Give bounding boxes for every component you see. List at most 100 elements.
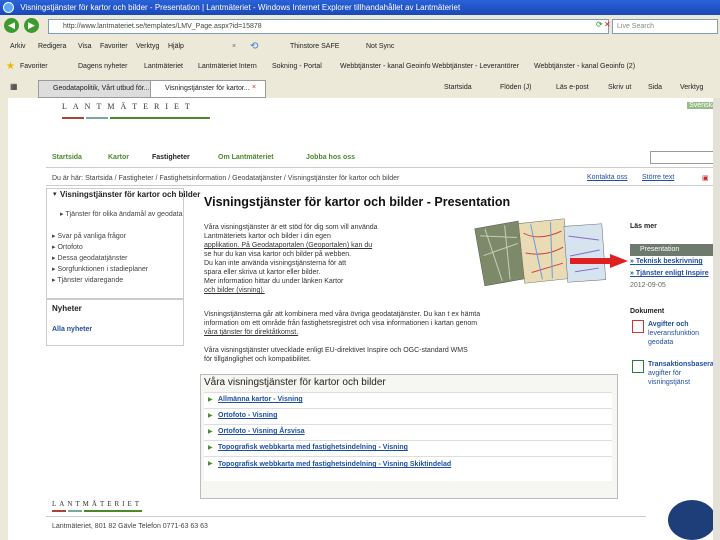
fav-link-7[interactable]: Webbtjänster - kanal Geoinfo (2) [534, 57, 635, 77]
certification-seal-icon [668, 500, 716, 540]
fav-link-1[interactable]: Dagens nyheter [78, 57, 127, 77]
menu-favorites[interactable]: Favoriter [100, 37, 128, 57]
fav-link-6[interactable]: Webbtjänster - Leverantörer [432, 57, 519, 77]
doc-link-avgifter-line3[interactable]: geodata [648, 338, 673, 347]
tab-geodatapolitik[interactable]: Geodatapolitik, Vårt utbud för... [38, 80, 158, 98]
doc-link-transaktion-line2[interactable]: avgifter för [648, 369, 681, 378]
fav-link-5[interactable]: Webbtjänster - kanal Geoinfo [340, 57, 431, 77]
favorites-star-icon[interactable]: ★ [6, 57, 15, 77]
tab-label: Geodatapolitik, Vårt utbud för... [53, 85, 150, 92]
fav-link-3[interactable]: Lantmäteriet Intern [198, 57, 257, 77]
larger-text-link[interactable]: Större text [642, 174, 674, 181]
menu-expand-icon: ▾ [53, 191, 57, 198]
service-link[interactable]: Ortofoto - Visning Årsvisa [218, 428, 305, 435]
vertical-scrollbar[interactable] [713, 98, 720, 540]
service-row[interactable]: ▶ Ortofoto - Visning Årsvisa [204, 424, 612, 440]
left-menu-item[interactable]: ▸ Ortofoto [52, 243, 83, 251]
service-link[interactable]: Ortofoto - Visning [218, 412, 277, 419]
left-menu-item[interactable]: ▸ Tjänster vidaregande [52, 276, 123, 284]
nav-divider [46, 167, 720, 168]
menu-tools[interactable]: Verktyg [136, 37, 159, 57]
home-button[interactable]: Startsida [444, 77, 472, 98]
geodataportalen-link[interactable]: applikation. På Geodataportalen (Geoport… [204, 241, 372, 250]
services-title: Våra visningstjänster för kartor och bil… [204, 377, 386, 388]
page-title: Visningstjänster för kartor och bilder -… [204, 195, 511, 209]
favorites-label[interactable]: Favoriter [20, 57, 48, 77]
feeds-button[interactable]: Flöden (J) [500, 77, 532, 98]
window-titlebar: Visningstjänster för kartor och bilder -… [0, 0, 720, 15]
back-arrow-icon[interactable]: ◀ [4, 18, 19, 33]
kartor-bilder-link[interactable]: och bilder (visning). [204, 286, 265, 295]
left-menu-item[interactable]: ▸ Tjänster för olika ändamål av geodata [60, 210, 182, 218]
left-menu-item[interactable]: ▸ Dessa geodatatjänster [52, 254, 128, 262]
tab-close-icon[interactable]: × [252, 77, 256, 98]
logo-stripes [62, 117, 210, 119]
sync-icon[interactable]: ⟲ [250, 37, 258, 57]
service-row[interactable]: ▶ Allmänna kartor - Visning [204, 392, 612, 408]
service-link[interactable]: Allmänna kartor - Visning [218, 396, 303, 403]
notsync-button[interactable]: Not Sync [366, 37, 394, 57]
left-menu-title[interactable]: Visningstjänster för kartor och bilder [60, 190, 200, 199]
doc-link-transaktion[interactable]: Transaktionsbaserade [648, 360, 720, 369]
arrow-right-icon: ▶ [208, 413, 213, 419]
refresh-icon[interactable]: ⟳ [596, 20, 603, 29]
address-input[interactable]: http://www.lantmateriet.se/templates/LMV… [48, 19, 609, 34]
footer-logo: LANTMÄTERIET [52, 500, 143, 508]
fav-link-2[interactable]: Lantmäteriet [144, 57, 183, 77]
service-row[interactable]: ▶ Topografisk webbkarta med fastighetsind… [204, 456, 612, 481]
doc-link-avgifter-line2[interactable]: leveransfunktion [648, 329, 699, 338]
presentation-tab[interactable]: Presentation [630, 244, 720, 256]
site-logo[interactable]: LANTMÄTERIET [62, 102, 196, 111]
window-title: Visningstjänster för kartor och bilder -… [20, 3, 461, 12]
intro-line: Du kan inte använda visningstjänsterna f… [204, 260, 347, 267]
menu-file[interactable]: Arkiv [10, 37, 26, 57]
technical-description-link[interactable]: » Teknisk beskrivning [630, 258, 703, 265]
doc-link-transaktion-line3[interactable]: visningstjänst [648, 378, 690, 387]
thinstore-safe-button[interactable]: Thinstore SAFE [290, 37, 339, 57]
left-menu-item[interactable]: ▸ Svar på vanliga frågor [52, 232, 126, 240]
menu-edit[interactable]: Redigera [38, 37, 66, 57]
favorites-bar: ★ Favoriter Dagens nyheter Lantmäteriet … [0, 57, 720, 78]
tab-grid-icon[interactable]: ▦ [10, 82, 18, 91]
arrow-right-icon: ▶ [208, 445, 213, 451]
body-line: Våra visningstjänster utvecklade enligt … [204, 347, 468, 354]
close-x-icon[interactable]: × [232, 37, 236, 57]
service-row[interactable]: ▶ Topografisk webbkarta med fastighetsind… [204, 440, 612, 456]
service-row[interactable]: ▶ Ortofoto - Visning [204, 408, 612, 424]
doc-link-avgifter[interactable]: Avgifter och [648, 320, 689, 329]
left-menu-item[interactable]: ▸ Sorgfunktionen i stadieplaner [52, 265, 148, 273]
nav-kartor[interactable]: Kartor [108, 154, 129, 161]
site-search-input[interactable] [650, 151, 720, 164]
live-search-input[interactable]: Live Search [612, 19, 718, 34]
nav-jobba-hos-oss[interactable]: Jobba hos oss [306, 154, 355, 161]
tab-visningstjanster[interactable]: Visningstjänster för kartor... [150, 80, 266, 98]
page-menu-button[interactable]: Sida [648, 77, 662, 98]
nav-startsida[interactable]: Startsida [52, 154, 82, 161]
tab-label: Visningstjänster för kartor... [165, 85, 250, 92]
all-news-link[interactable]: Alla nyheter [52, 326, 92, 333]
nav-fastigheter[interactable]: Fastigheter [152, 154, 190, 161]
inspire-services-link[interactable]: » Tjänster enligt Inspire [630, 270, 709, 277]
menu-help[interactable]: Hjälp [168, 37, 184, 57]
service-link[interactable]: Topografisk webbkarta med fastighetsinde… [218, 460, 478, 469]
document-icon [632, 360, 644, 373]
read-mail-button[interactable]: Läs e-post [556, 77, 589, 98]
body-line: Visningstjänsterna går att kombinera med… [204, 311, 481, 318]
service-link[interactable]: Topografisk webbkarta med fastighetsinde… [218, 444, 408, 451]
internet-explorer-icon [3, 2, 14, 13]
news-title: Nyheter [52, 304, 82, 313]
inspire-services-label: Tjänster enligt Inspire [635, 270, 709, 277]
contact-link[interactable]: Kontakta oss [587, 174, 627, 181]
web-page: LANTMÄTERIET Svenska Startsida Kartor Fa… [0, 98, 720, 540]
fav-link-4[interactable]: Sokning - Portal [272, 57, 322, 77]
tools-menu-button[interactable]: Verktyg [680, 77, 703, 98]
nav-om-lantmateriet[interactable]: Om Lantmäteriet [218, 154, 274, 161]
arrow-right-icon: ▶ [208, 397, 213, 403]
rss-icon[interactable]: ▣ [702, 174, 709, 182]
direktatkomst-link[interactable]: våra tjänster för direktåtkomst. [204, 328, 298, 337]
stop-icon[interactable]: ✕ [604, 20, 611, 29]
print-button[interactable]: Skriv ut [608, 77, 631, 98]
forward-arrow-icon[interactable]: ▶ [24, 18, 39, 33]
menu-view[interactable]: Visa [78, 37, 92, 57]
breadcrumb[interactable]: Du är här: Startsida / Fastigheter / Fas… [52, 175, 399, 182]
